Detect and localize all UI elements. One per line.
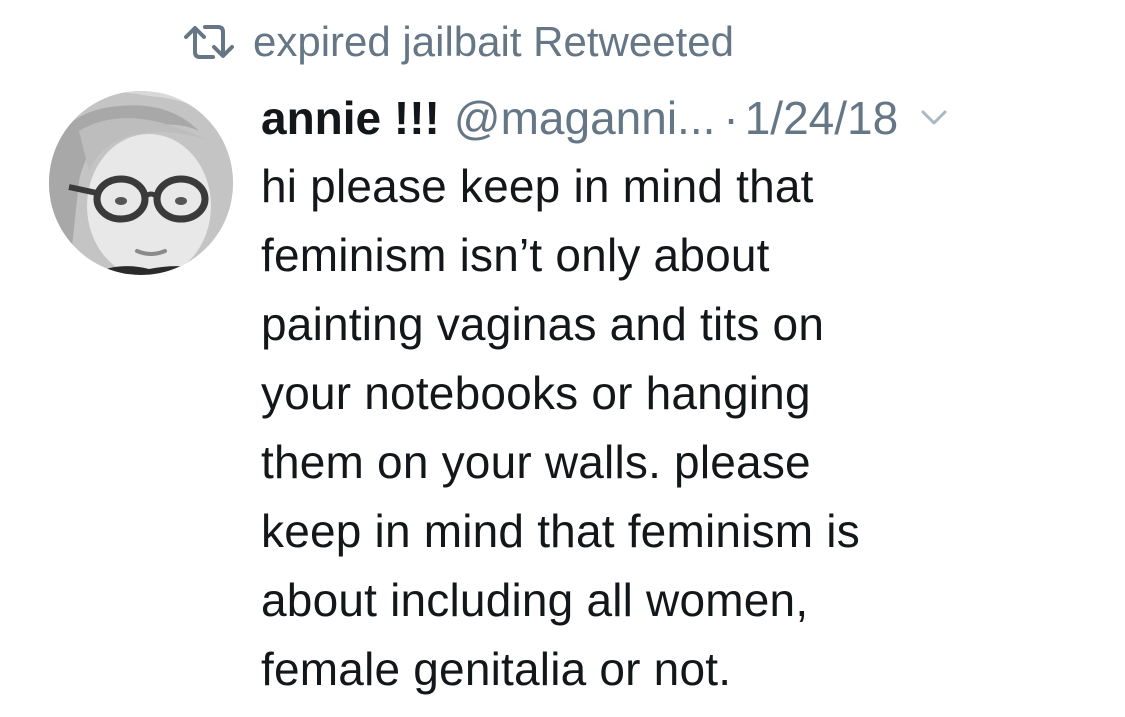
- tweet-text-line: feminism isn’t only about: [261, 229, 770, 281]
- avatar[interactable]: [49, 91, 233, 275]
- tweet-date[interactable]: 1/24/18: [745, 91, 898, 145]
- user-avatar-image: [49, 91, 233, 275]
- user-handle[interactable]: @maganni...: [454, 91, 716, 145]
- tweet-text: hi please keep in mind that feminism isn…: [261, 152, 1101, 704]
- tweet-text-line: keep in mind that feminism is: [261, 505, 860, 557]
- tweet-text-line: them on your walls. please: [261, 436, 811, 488]
- display-name[interactable]: annie !!!: [261, 91, 440, 145]
- tweet-header: annie !!! @maganni... · 1/24/18: [261, 86, 948, 150]
- tweet-text-line: about including all women,: [261, 574, 809, 626]
- tweet-text-line: painting vaginas and tits on: [261, 298, 825, 350]
- retweet-icon: [184, 25, 234, 59]
- chevron-down-icon[interactable]: [920, 109, 948, 127]
- retweet-context: expired jailbait Retweeted: [183, 14, 734, 70]
- tweet-text-line: hi please keep in mind that: [261, 160, 814, 212]
- retweet-context-text[interactable]: expired jailbait Retweeted: [253, 18, 734, 66]
- tweet-text-line: female genitalia or not.: [261, 643, 732, 695]
- separator-dot: ·: [723, 92, 739, 144]
- tweet-text-line: your notebooks or hanging: [261, 367, 811, 419]
